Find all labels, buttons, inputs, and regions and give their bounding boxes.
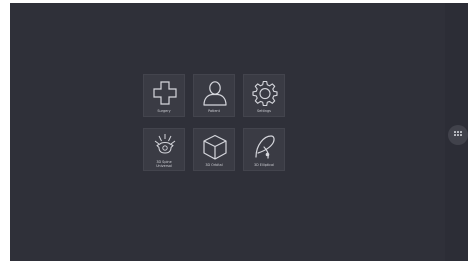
surgery-label: Surgery — [157, 109, 171, 113]
orbital-tile[interactable]: 3D Orbital — [193, 128, 235, 171]
surgery-tile[interactable]: Surgery — [143, 74, 185, 117]
window-frame: Surgery Patient Settings 3D Spine Univer… — [0, 0, 468, 261]
patient-person-icon — [203, 81, 227, 106]
gear-icon — [252, 80, 278, 107]
spine-universal-label: 3D Spine Universal — [156, 160, 172, 168]
orbital-label: 3D Orbital — [205, 163, 223, 167]
elliptical-label: 3D Elliptical — [253, 163, 275, 167]
settings-label: Settings — [257, 109, 271, 113]
patient-tile[interactable]: Patient — [193, 74, 235, 117]
cube-3d-icon — [203, 134, 227, 160]
elliptical-tile[interactable]: 3D Elliptical — [243, 128, 285, 171]
elliptical-tool-icon — [255, 135, 275, 159]
patient-label: Patient — [208, 109, 220, 113]
spine-universal-tile[interactable]: 3D Spine Universal — [143, 128, 185, 171]
settings-tile[interactable]: Settings — [243, 74, 285, 117]
apps-menu-button[interactable] — [448, 125, 468, 145]
apps-grid-icon — [454, 131, 462, 139]
medical-cross-icon — [153, 81, 177, 105]
spine-vertebra-icon — [154, 134, 176, 154]
module-launcher-grid: Surgery Patient Settings 3D Spine Univer… — [143, 72, 293, 174]
